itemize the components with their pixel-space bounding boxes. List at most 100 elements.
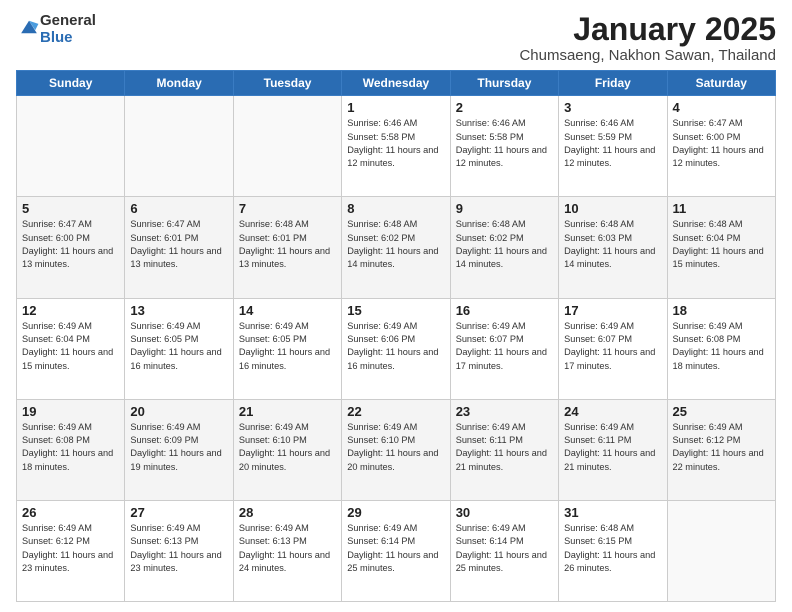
calendar-week-5: 26Sunrise: 6:49 AM Sunset: 6:12 PM Dayli… (17, 500, 776, 601)
table-row: 13 Sunrise: 6:49 AM Sunset: 6:05 PM Dayli… (125, 298, 233, 399)
col-sunday: Sunday (17, 71, 125, 96)
table-row: 23Sunrise: 6:49 AM Sunset: 6:11 PM Dayli… (450, 399, 558, 500)
day-info: Sunrise: 6:49 AM Sunset: 6:10 PM Dayligh… (347, 421, 444, 474)
day-info: Sunrise: 6:49 AM Sunset: 6:13 PM Dayligh… (130, 522, 227, 575)
day-info: Sunrise: 6:48 AM Sunset: 6:03 PM Dayligh… (564, 218, 661, 271)
day-number: 12 (22, 303, 119, 318)
day-number: 30 (456, 505, 553, 520)
table-row: 20 Sunrise: 6:49 AM Sunset: 6:09 PM Dayli… (125, 399, 233, 500)
logo-blue-text: Blue (40, 29, 73, 46)
page: General Blue January 2025 Chumsaeng, Nak… (0, 0, 792, 612)
day-info: Sunrise: 6:47 AM Sunset: 6:00 PM Dayligh… (673, 117, 770, 170)
table-row: 24 Sunrise: 6:49 AM Sunset: 6:11 PM Dayli… (559, 399, 667, 500)
day-number: 13 (130, 303, 227, 318)
table-row: 29 Sunrise: 6:49 AM Sunset: 6:14 PM Dayli… (342, 500, 450, 601)
day-number: 5 (22, 201, 119, 216)
calendar-header-row: Sunday Monday Tuesday Wednesday Thursday… (17, 71, 776, 96)
day-number: 22 (347, 404, 444, 419)
col-wednesday: Wednesday (342, 71, 450, 96)
day-info: Sunrise: 6:46 AM Sunset: 5:58 PM Dayligh… (456, 117, 553, 170)
day-number: 2 (456, 100, 553, 115)
day-info: Sunrise: 6:48 AM Sunset: 6:01 PM Dayligh… (239, 218, 336, 271)
table-row: 11Sunrise: 6:48 AM Sunset: 6:04 PM Dayli… (667, 197, 775, 298)
day-info: Sunrise: 6:47 AM Sunset: 6:01 PM Dayligh… (130, 218, 227, 271)
logo: General Blue (16, 12, 96, 47)
day-info: Sunrise: 6:49 AM Sunset: 6:08 PM Dayligh… (673, 320, 770, 373)
logo-icon (18, 16, 40, 38)
day-info: Sunrise: 6:49 AM Sunset: 6:14 PM Dayligh… (347, 522, 444, 575)
day-number: 9 (456, 201, 553, 216)
table-row: 16Sunrise: 6:49 AM Sunset: 6:07 PM Dayli… (450, 298, 558, 399)
day-info: Sunrise: 6:48 AM Sunset: 6:15 PM Dayligh… (564, 522, 661, 575)
day-info: Sunrise: 6:49 AM Sunset: 6:09 PM Dayligh… (130, 421, 227, 474)
table-row: 27 Sunrise: 6:49 AM Sunset: 6:13 PM Dayli… (125, 500, 233, 601)
col-tuesday: Tuesday (233, 71, 341, 96)
table-row: 10 Sunrise: 6:48 AM Sunset: 6:03 PM Dayli… (559, 197, 667, 298)
day-info: Sunrise: 6:49 AM Sunset: 6:05 PM Dayligh… (239, 320, 336, 373)
table-row: 5 Sunrise: 6:47 AM Sunset: 6:00 PM Daylig… (17, 197, 125, 298)
day-info: Sunrise: 6:49 AM Sunset: 6:13 PM Dayligh… (239, 522, 336, 575)
day-number: 20 (130, 404, 227, 419)
calendar-table: Sunday Monday Tuesday Wednesday Thursday… (16, 70, 776, 602)
day-number: 16 (456, 303, 553, 318)
day-number: 24 (564, 404, 661, 419)
day-number: 19 (22, 404, 119, 419)
day-info: Sunrise: 6:49 AM Sunset: 6:14 PM Dayligh… (456, 522, 553, 575)
table-row: 12Sunrise: 6:49 AM Sunset: 6:04 PM Dayli… (17, 298, 125, 399)
day-number: 27 (130, 505, 227, 520)
day-number: 15 (347, 303, 444, 318)
day-number: 1 (347, 100, 444, 115)
table-row: 17 Sunrise: 6:49 AM Sunset: 6:07 PM Dayli… (559, 298, 667, 399)
day-number: 6 (130, 201, 227, 216)
table-row: 31 Sunrise: 6:48 AM Sunset: 6:15 PM Dayli… (559, 500, 667, 601)
day-number: 26 (22, 505, 119, 520)
table-row: 28 Sunrise: 6:49 AM Sunset: 6:13 PM Dayli… (233, 500, 341, 601)
table-row: 4 Sunrise: 6:47 AM Sunset: 6:00 PM Daylig… (667, 96, 775, 197)
day-info: Sunrise: 6:47 AM Sunset: 6:00 PM Dayligh… (22, 218, 119, 271)
table-row: 9 Sunrise: 6:48 AM Sunset: 6:02 PM Daylig… (450, 197, 558, 298)
table-row: 1Sunrise: 6:46 AM Sunset: 5:58 PM Daylig… (342, 96, 450, 197)
day-number: 8 (347, 201, 444, 216)
table-row: 7 Sunrise: 6:48 AM Sunset: 6:01 PM Daylig… (233, 197, 341, 298)
table-row (125, 96, 233, 197)
table-row (233, 96, 341, 197)
day-info: Sunrise: 6:49 AM Sunset: 6:06 PM Dayligh… (347, 320, 444, 373)
day-number: 14 (239, 303, 336, 318)
day-info: Sunrise: 6:49 AM Sunset: 6:11 PM Dayligh… (456, 421, 553, 474)
day-number: 10 (564, 201, 661, 216)
table-row: 22 Sunrise: 6:49 AM Sunset: 6:10 PM Dayli… (342, 399, 450, 500)
table-row (17, 96, 125, 197)
day-number: 17 (564, 303, 661, 318)
table-row: 19 Sunrise: 6:49 AM Sunset: 6:08 PM Dayli… (17, 399, 125, 500)
header: General Blue January 2025 Chumsaeng, Nak… (16, 12, 776, 64)
day-number: 28 (239, 505, 336, 520)
table-row: 15 Sunrise: 6:49 AM Sunset: 6:06 PM Dayli… (342, 298, 450, 399)
calendar-subtitle: Chumsaeng, Nakhon Sawan, Thailand (519, 47, 776, 64)
day-number: 21 (239, 404, 336, 419)
table-row: 8 Sunrise: 6:48 AM Sunset: 6:02 PM Daylig… (342, 197, 450, 298)
table-row: 25 Sunrise: 6:49 AM Sunset: 6:12 PM Dayli… (667, 399, 775, 500)
col-monday: Monday (125, 71, 233, 96)
day-info: Sunrise: 6:49 AM Sunset: 6:11 PM Dayligh… (564, 421, 661, 474)
table-row: 30 Sunrise: 6:49 AM Sunset: 6:14 PM Dayli… (450, 500, 558, 601)
day-number: 7 (239, 201, 336, 216)
day-number: 31 (564, 505, 661, 520)
day-info: Sunrise: 6:48 AM Sunset: 6:02 PM Dayligh… (347, 218, 444, 271)
table-row: 2 Sunrise: 6:46 AM Sunset: 5:58 PM Daylig… (450, 96, 558, 197)
day-info: Sunrise: 6:46 AM Sunset: 5:59 PM Dayligh… (564, 117, 661, 170)
col-saturday: Saturday (667, 71, 775, 96)
col-friday: Friday (559, 71, 667, 96)
day-info: Sunrise: 6:49 AM Sunset: 6:08 PM Dayligh… (22, 421, 119, 474)
day-info: Sunrise: 6:48 AM Sunset: 6:02 PM Dayligh… (456, 218, 553, 271)
day-info: Sunrise: 6:49 AM Sunset: 6:05 PM Dayligh… (130, 320, 227, 373)
day-info: Sunrise: 6:49 AM Sunset: 6:10 PM Dayligh… (239, 421, 336, 474)
day-info: Sunrise: 6:48 AM Sunset: 6:04 PM Dayligh… (673, 218, 770, 271)
day-info: Sunrise: 6:49 AM Sunset: 6:12 PM Dayligh… (673, 421, 770, 474)
day-info: Sunrise: 6:49 AM Sunset: 6:07 PM Dayligh… (564, 320, 661, 373)
table-row: 26Sunrise: 6:49 AM Sunset: 6:12 PM Dayli… (17, 500, 125, 601)
table-row: 14 Sunrise: 6:49 AM Sunset: 6:05 PM Dayli… (233, 298, 341, 399)
day-number: 29 (347, 505, 444, 520)
calendar-week-1: 1 Sunrise: 6:46 AM Sunset: 5:58 PM Daylig… (17, 96, 776, 197)
day-number: 4 (673, 100, 770, 115)
day-number: 25 (673, 404, 770, 419)
